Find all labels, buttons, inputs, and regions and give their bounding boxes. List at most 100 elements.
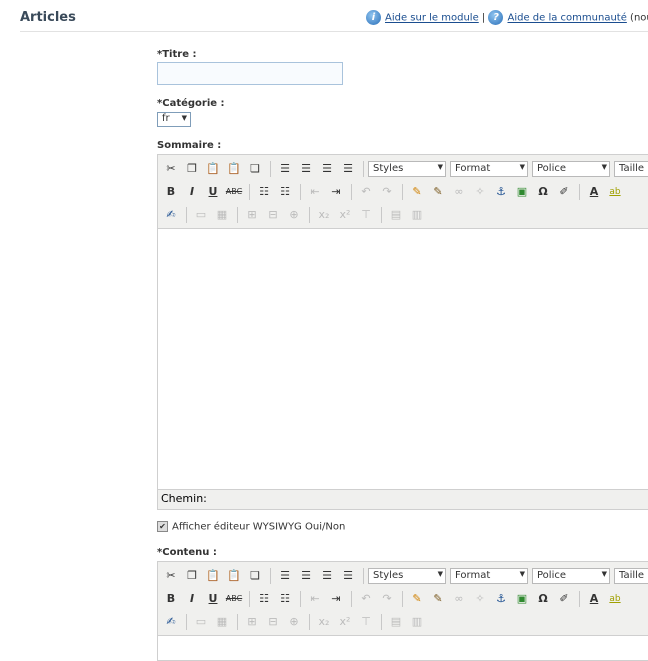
bullet-list-icon[interactable]: ☷ <box>254 182 274 202</box>
subscript-icon[interactable]: x₂ <box>314 612 334 632</box>
merge-cells-icon[interactable]: ▤ <box>386 205 406 225</box>
header-divider <box>20 31 648 32</box>
community-help-icon[interactable]: ? <box>488 10 504 25</box>
community-help-link[interactable]: Aide de la communauté <box>507 13 626 24</box>
wysiwyg-toggle[interactable]: ✔ Afficher éditeur WYSIWYG Oui/Non <box>157 521 345 533</box>
row-props-icon[interactable]: ⊞ <box>242 612 262 632</box>
subscript-icon[interactable]: x₂ <box>314 205 334 225</box>
italic-icon[interactable]: I <box>182 182 202 202</box>
redo-icon[interactable]: ↷ <box>377 182 397 202</box>
italic-icon[interactable]: I <box>182 589 202 609</box>
align-right-icon[interactable]: ☰ <box>317 566 337 586</box>
paste-text-icon[interactable]: 📋 <box>224 566 244 586</box>
outdent-icon[interactable]: ⇤ <box>305 589 325 609</box>
anchor-icon[interactable]: ⚓ <box>491 589 511 609</box>
text-color-icon[interactable]: A <box>584 182 604 202</box>
split-cells-icon[interactable]: ⊤ <box>356 612 376 632</box>
toolbar-separator <box>579 590 580 607</box>
align-right-icon[interactable]: ☰ <box>317 159 337 179</box>
format-dropdown[interactable]: Format ▼ <box>450 160 528 177</box>
outdent-icon[interactable]: ⇤ <box>305 182 325 202</box>
underline-icon[interactable]: U <box>203 589 223 609</box>
cut-icon[interactable]: ✂ <box>161 566 181 586</box>
special-char-icon[interactable]: Ω <box>533 182 553 202</box>
visual-aid-icon[interactable]: ▥ <box>407 612 427 632</box>
underline-icon[interactable]: U <box>203 182 223 202</box>
visual-aid-icon[interactable]: ▥ <box>407 205 427 225</box>
superscript-icon[interactable]: x² <box>335 612 355 632</box>
merge-cells-icon[interactable]: ▤ <box>386 612 406 632</box>
eraser-icon[interactable]: ✐ <box>554 182 574 202</box>
bold-icon[interactable]: B <box>161 589 181 609</box>
split-cells-icon[interactable]: ⊤ <box>356 205 376 225</box>
link-icon[interactable]: ✎ <box>407 589 427 609</box>
font-dropdown[interactable]: Police ▼ <box>532 567 610 584</box>
cleanup-icon[interactable]: ✧ <box>470 589 490 609</box>
highlight-icon[interactable]: ab <box>605 182 625 202</box>
unlink-icon[interactable]: ✎ <box>428 589 448 609</box>
cut-icon[interactable]: ✂ <box>161 159 181 179</box>
wysiwyg-toggle-label: Afficher éditeur WYSIWYG Oui/Non <box>172 521 346 533</box>
align-justify-icon[interactable]: ☰ <box>338 159 358 179</box>
numbered-list-icon[interactable]: ☷ <box>275 589 295 609</box>
text-color-icon[interactable]: A <box>584 589 604 609</box>
link-icon[interactable]: ✎ <box>407 182 427 202</box>
format-dropdown[interactable]: Format ▼ <box>450 567 528 584</box>
strikethrough-icon[interactable]: ABC <box>224 589 244 609</box>
highlight-icon[interactable]: ab <box>605 589 625 609</box>
align-left-icon[interactable]: ☰ <box>275 159 295 179</box>
align-center-icon[interactable]: ☰ <box>296 566 316 586</box>
strikethrough-icon[interactable]: ABC <box>224 182 244 202</box>
indent-icon[interactable]: ⇥ <box>326 589 346 609</box>
titre-input[interactable] <box>157 62 343 85</box>
module-help-link[interactable]: Aide sur le module <box>385 13 479 24</box>
paste-text-icon[interactable]: 📋 <box>224 159 244 179</box>
edit-source-icon[interactable]: ✍ <box>161 205 181 225</box>
hr-icon[interactable]: ▭ <box>191 612 211 632</box>
hr-icon[interactable]: ▭ <box>191 205 211 225</box>
table-icon[interactable]: ▦ <box>212 205 232 225</box>
align-justify-icon[interactable]: ☰ <box>338 566 358 586</box>
paste-word-icon[interactable]: ❏ <box>245 566 265 586</box>
image-icon[interactable]: ▣ <box>512 182 532 202</box>
styles-dropdown[interactable]: Styles ▼ <box>368 567 446 584</box>
align-center-icon[interactable]: ☰ <box>296 159 316 179</box>
anchor-icon[interactable]: ⚓ <box>491 182 511 202</box>
chain-icon[interactable]: ∞ <box>449 589 469 609</box>
indent-icon[interactable]: ⇥ <box>326 182 346 202</box>
undo-icon[interactable]: ↶ <box>356 182 376 202</box>
copy-icon[interactable]: ❐ <box>182 566 202 586</box>
edit-source-icon[interactable]: ✍ <box>161 612 181 632</box>
paste-icon[interactable]: 📋 <box>203 566 223 586</box>
cell-props-icon[interactable]: ⊟ <box>263 205 283 225</box>
table-icon[interactable]: ▦ <box>212 612 232 632</box>
undo-icon[interactable]: ↶ <box>356 589 376 609</box>
size-dropdown[interactable]: Taille p <box>614 160 648 177</box>
toolbar-separator <box>363 567 364 584</box>
cell-props-icon[interactable]: ⊟ <box>263 612 283 632</box>
chain-icon[interactable]: ∞ <box>449 182 469 202</box>
unlink-icon[interactable]: ✎ <box>428 182 448 202</box>
image-icon[interactable]: ▣ <box>512 589 532 609</box>
font-dropdown[interactable]: Police ▼ <box>532 160 610 177</box>
checkbox-checked-icon[interactable]: ✔ <box>157 521 168 532</box>
insert-row-icon[interactable]: ⊕ <box>284 612 304 632</box>
insert-row-icon[interactable]: ⊕ <box>284 205 304 225</box>
row-props-icon[interactable]: ⊞ <box>242 205 262 225</box>
numbered-list-icon[interactable]: ☷ <box>275 182 295 202</box>
copy-icon[interactable]: ❐ <box>182 159 202 179</box>
redo-icon[interactable]: ↷ <box>377 589 397 609</box>
eraser-icon[interactable]: ✐ <box>554 589 574 609</box>
cleanup-icon[interactable]: ✧ <box>470 182 490 202</box>
size-dropdown[interactable]: Taille p <box>614 567 648 584</box>
paste-word-icon[interactable]: ❏ <box>245 159 265 179</box>
help-icon[interactable]: i <box>366 10 381 25</box>
align-left-icon[interactable]: ☰ <box>275 566 295 586</box>
styles-dropdown[interactable]: Styles ▼ <box>368 160 446 177</box>
categorie-select[interactable]: fr ▼ <box>157 112 191 127</box>
bullet-list-icon[interactable]: ☷ <box>254 589 274 609</box>
paste-icon[interactable]: 📋 <box>203 159 223 179</box>
special-char-icon[interactable]: Ω <box>533 589 553 609</box>
bold-icon[interactable]: B <box>161 182 181 202</box>
superscript-icon[interactable]: x² <box>335 205 355 225</box>
